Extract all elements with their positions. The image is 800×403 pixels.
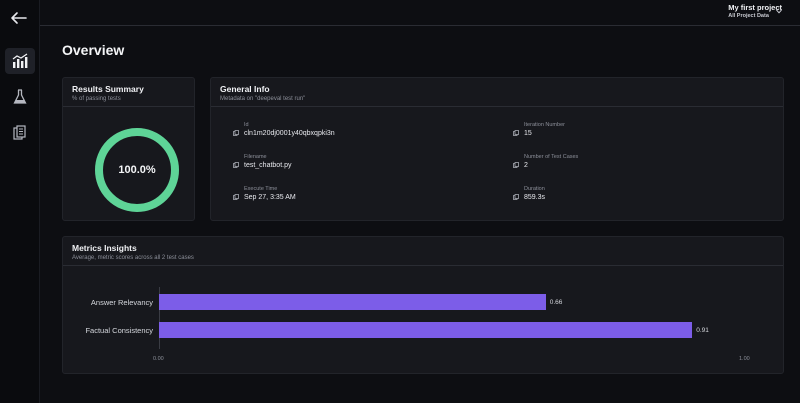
x-tick-label: 0.00 — [153, 356, 164, 362]
copy-icon[interactable] — [513, 162, 519, 168]
info-value: test_chatbot.py — [244, 162, 292, 169]
general-info-subtitle: Metadata on "deepeval test run" — [220, 96, 306, 102]
info-value: cln1m20dj0001y40qbxqpki3n — [244, 130, 335, 137]
x-tick-label: 1.00 — [739, 356, 750, 362]
project-switcher[interactable]: My first project All Project Data — [728, 3, 782, 19]
flask-icon — [13, 89, 27, 104]
info-value: 859.3s — [524, 194, 546, 201]
info-label: Filename — [244, 154, 267, 160]
copy-icon[interactable] — [233, 130, 239, 136]
bar-value-label: 0.91 — [696, 327, 709, 334]
info-label: Duration — [524, 186, 545, 192]
info-label: Execute Time — [244, 186, 278, 192]
info-label: Iteration Number — [524, 122, 565, 128]
chevron-down-icon[interactable] — [776, 9, 782, 14]
copy-icon[interactable] — [513, 194, 519, 200]
results-summary-title: Results Summary — [72, 84, 144, 94]
general-info-card: General Info Metadata on "deepeval test … — [210, 77, 784, 221]
copy-icon[interactable] — [233, 162, 239, 168]
bar-category-label: Answer Relevancy — [90, 298, 153, 307]
metrics-bar-chart: Answer Relevancy 0.66 Factual Consistency 0… — [63, 237, 785, 375]
nav-datasets[interactable] — [5, 120, 35, 146]
results-summary-subtitle: % of passing tests — [72, 96, 121, 102]
info-value: 2 — [524, 162, 528, 169]
info-value: Sep 27, 3:35 AM — [244, 194, 296, 201]
results-summary-card: Results Summary % of passing tests 100.0… — [62, 77, 195, 221]
pass-rate-ring: 100.0% — [87, 120, 187, 220]
pass-rate-value: 100.0% — [118, 164, 156, 176]
top-bar: My first project All Project Data — [40, 0, 800, 26]
info-label: Number of Test Cases — [524, 154, 579, 160]
back-arrow-icon[interactable] — [8, 8, 30, 28]
nav-overview[interactable] — [5, 48, 35, 74]
metrics-insights-card: Metrics Insights Average, metric scores … — [62, 236, 784, 374]
copy-icon[interactable] — [513, 130, 519, 136]
project-scope: All Project Data — [728, 13, 769, 19]
info-value: 15 — [524, 130, 532, 137]
project-name: My first project — [728, 3, 782, 12]
general-info-title: General Info — [220, 84, 270, 94]
metric-bar[interactable] — [159, 294, 546, 310]
nav-test-runs[interactable] — [5, 84, 35, 110]
documents-icon — [13, 125, 26, 140]
metric-bar[interactable] — [159, 322, 693, 338]
sidebar — [0, 0, 40, 403]
page-title: Overview — [62, 42, 125, 58]
copy-icon[interactable] — [233, 194, 239, 200]
bar-category-label: Factual Consistency — [85, 326, 153, 335]
bar-chart-icon — [12, 53, 28, 68]
info-label: Id — [244, 122, 249, 128]
bar-value-label: 0.66 — [549, 299, 563, 306]
